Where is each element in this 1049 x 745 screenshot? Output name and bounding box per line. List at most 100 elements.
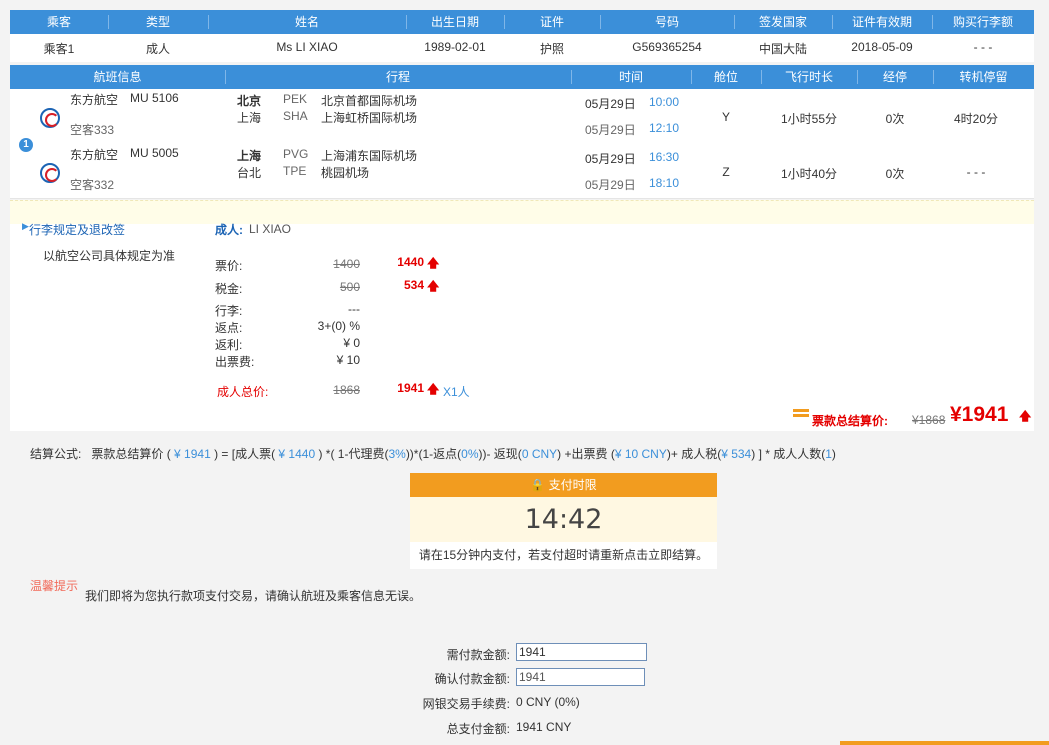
col-transfer: 转机停留 (959, 70, 1008, 84)
caret-right-icon: ▶ (22, 221, 29, 231)
adult-total-new: 1941 (397, 381, 424, 395)
formula-value: ¥ 1440 (275, 447, 319, 461)
flight-table-header: 航班信息 行程 时间 舱位 飞行时长 经停 转机停留 (10, 65, 1034, 89)
passenger-label: 成人: (215, 223, 243, 237)
baggage-label: 行李: (215, 304, 243, 318)
time-limit-header: 🔒 支付时限 (410, 473, 717, 497)
col-passenger: 乘客 (46, 15, 71, 29)
bank-fee-value: 0 CNY (0%) (516, 695, 580, 709)
transfer: 4时20分 (953, 112, 999, 126)
duration: 1小时55分 (780, 112, 838, 126)
col-flight-info: 航班信息 (93, 70, 142, 84)
stops: 0次 (885, 112, 905, 126)
settle-label: 票款总结算价: (812, 414, 888, 428)
flight-aircraft: 空客333 (70, 123, 115, 137)
stops: 0次 (885, 167, 905, 181)
arrow-up-icon: 🡅 (427, 382, 440, 396)
baggage-value: --- (348, 302, 360, 316)
passenger-id-type: 护照 (539, 42, 564, 56)
arr-city: 台北 (237, 166, 262, 180)
formula-value: 0 CNY (521, 447, 558, 461)
formula-text: 票款总结算价 ( (91, 447, 171, 461)
col-baggage: 购买行李额 (952, 15, 1013, 29)
formula-value: ¥ 10 CNY (614, 447, 667, 461)
passenger-row: 乘客1 成人 Ms LI XIAO 1989-02-01 护照 G5693652… (10, 34, 1034, 62)
cabin: Y (721, 110, 730, 124)
tips-text: 我们即将为您执行款项支付交易，请确认航班及乘客信息无误。 (85, 589, 422, 603)
bank-fee-label: 网银交易手续费: (422, 697, 510, 711)
arr-time: 18:10 (649, 176, 680, 190)
settlement-formula: 结算公式: 票款总结算价 ( ¥ 1941 ) = [成人票( ¥ 1440 )… (30, 445, 836, 462)
lock-icon: 🔒 (530, 478, 546, 492)
formula-label: 结算公式: (30, 447, 82, 461)
formula-value: ¥ 1941 (170, 447, 215, 461)
passenger-name: Ms LI XIAO (276, 40, 338, 54)
pay-button-edge[interactable] (840, 741, 1049, 745)
formula-text: ) (831, 447, 836, 461)
arr-code: SHA (283, 109, 308, 123)
baggage-rules-link[interactable]: 行李规定及退改签 (29, 221, 125, 238)
formula-value: 1 (825, 447, 832, 461)
fare-new: 1440 (397, 255, 424, 269)
tips-label: 温馨提示 (30, 579, 79, 593)
dep-date: 05月29日 (585, 97, 636, 111)
time-limit-note: 请在15分钟内支付，若支付超时请重新点击立即结算。 (410, 542, 717, 569)
passenger-index: 乘客1 (43, 42, 75, 56)
fare-label: 票价: (215, 259, 243, 273)
passenger-type: 成人 (145, 42, 170, 56)
dep-code: PVG (283, 147, 309, 161)
flight-list: 1 东方航空 MU 5106 空客333 北京 PEK 北京首都国际机场 上海 … (10, 89, 1034, 199)
arrow-up-icon: 🡅 (427, 256, 440, 270)
arrow-up-icon: 🡅 (1019, 409, 1032, 423)
arr-code: TPE (283, 164, 307, 178)
dep-time: 10:00 (649, 95, 680, 109)
col-duration: 飞行时长 (784, 70, 833, 84)
formula-text: ) *( 1-代理费( (318, 447, 389, 461)
passenger-baggage: - - - (973, 40, 993, 54)
ticket-fee-label: 出票费: (215, 355, 255, 369)
dep-airport: 上海浦东国际机场 (321, 149, 418, 163)
cashback-value: ¥ 0 (343, 336, 360, 350)
arr-date: 05月29日 (585, 178, 636, 192)
amount-input[interactable]: 1941 (516, 643, 647, 661)
duration: 1小时40分 (780, 167, 838, 181)
price-detail: ▶ 行李规定及退改签 以航空公司具体规定为准 成人: LI XIAO 票价: 1… (10, 200, 1034, 431)
dep-city: 上海 (237, 149, 262, 163)
amount-label: 需付款金额: (446, 648, 510, 662)
arrow-up-icon: 🡅 (427, 279, 440, 293)
formula-text: ))*(1-返点( (405, 447, 462, 461)
formula-text: ) +出票费 ( (557, 447, 615, 461)
col-name: 姓名 (294, 15, 319, 29)
formula-value: ¥ 534 (721, 447, 752, 461)
col-birthdate: 出生日期 (430, 15, 479, 29)
adult-total-old: 1868 (333, 383, 360, 397)
col-id-number: 号码 (654, 15, 679, 29)
settle-icon (793, 409, 809, 412)
arr-date: 05月29日 (585, 123, 636, 137)
tax-old: 500 (339, 280, 360, 294)
passenger-expiry: 2018-05-09 (851, 40, 913, 54)
col-itinerary: 行程 (385, 70, 410, 84)
flight-airline: 东方航空 (70, 93, 119, 107)
dep-airport: 北京首都国际机场 (321, 94, 418, 108)
formula-text: ) ] * 成人人数( (751, 447, 826, 461)
rebate-value: 3+(0) % (317, 319, 360, 333)
formula-value: 3% (388, 447, 406, 461)
col-expiry: 证件有效期 (851, 15, 912, 29)
countdown-timer: 14:42 (410, 497, 717, 542)
formula-text: )+ 成人税( (666, 447, 722, 461)
fare-old: 1400 (333, 257, 360, 271)
ticket-fee-value: ¥ 10 (336, 353, 360, 367)
passenger-table-header: 乘客 类型 姓名 出生日期 证件 号码 签发国家 证件有效期 购买行李额 (10, 10, 1034, 34)
rules-note: 以航空公司具体规定为准 (43, 249, 176, 263)
dep-city: 北京 (237, 94, 262, 108)
passenger-id-number: G569365254 (632, 40, 702, 54)
passenger-issue-country: 中国大陆 (758, 42, 807, 56)
col-cabin: 舱位 (713, 70, 738, 84)
settle-old: ¥1868 (912, 413, 946, 427)
transfer: - - - (966, 165, 986, 179)
arr-airport: 上海虹桥国际机场 (321, 111, 418, 125)
confirm-amount-input[interactable]: 1941 (516, 668, 645, 686)
tax-label: 税金: (215, 282, 243, 296)
china-eastern-logo-icon (40, 163, 60, 183)
